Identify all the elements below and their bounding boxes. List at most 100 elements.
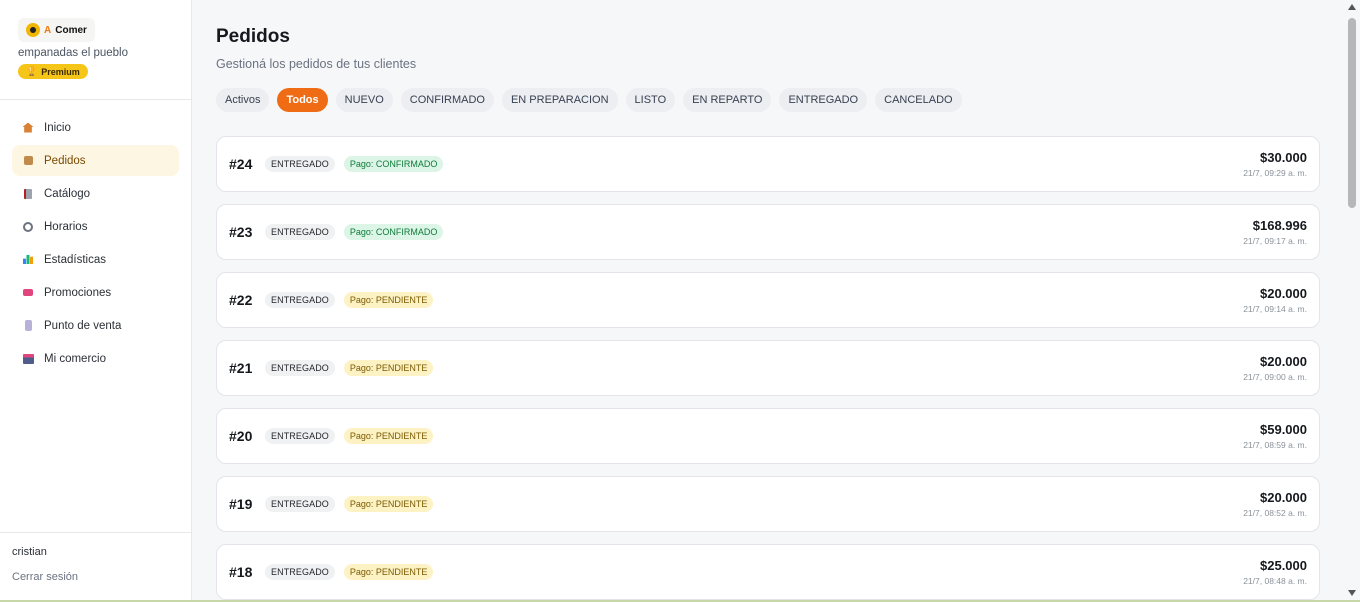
- order-date: 21/7, 08:52 a. m.: [1243, 508, 1307, 518]
- tag-icon: [22, 287, 34, 299]
- order-status-badge: ENTREGADO: [265, 496, 335, 512]
- order-date: 21/7, 08:59 a. m.: [1243, 440, 1307, 450]
- app-logo[interactable]: A Comer: [18, 18, 95, 42]
- filter-en-preparacion[interactable]: EN PREPARACION: [501, 88, 618, 112]
- sidebar-nav: Inicio Pedidos Catálogo Horarios Estadís…: [0, 100, 191, 374]
- sidebar-item-label: Inicio: [44, 121, 71, 134]
- phone-icon: [22, 320, 34, 332]
- sidebar-item-label: Estadísticas: [44, 253, 106, 266]
- trophy-icon: 🏆: [26, 66, 38, 76]
- filter-en-reparto[interactable]: EN REPARTO: [683, 88, 772, 112]
- order-amount: $59.000: [1260, 422, 1307, 437]
- order-amount: $20.000: [1260, 354, 1307, 369]
- order-summary: $20.000 21/7, 08:52 a. m.: [1243, 490, 1307, 518]
- filter-nuevo[interactable]: NUEVO: [335, 88, 393, 112]
- order-filters: Activos Todos NUEVO CONFIRMADO EN PREPAR…: [216, 88, 1320, 112]
- order-status-badge: ENTREGADO: [265, 224, 335, 240]
- sidebar-item-estadisticas[interactable]: Estadísticas: [12, 244, 179, 275]
- store-name: empanadas el pueblo: [18, 47, 128, 59]
- payment-status-badge: Pago: CONFIRMADO: [343, 156, 444, 172]
- order-date: 21/7, 09:00 a. m.: [1243, 372, 1307, 382]
- scroll-up-arrow-icon[interactable]: [1348, 4, 1356, 10]
- order-number: #22: [229, 292, 253, 308]
- scrollbar-thumb[interactable]: [1348, 18, 1356, 208]
- sidebar-item-label: Promociones: [44, 286, 112, 299]
- sidebar-item-label: Punto de venta: [44, 319, 122, 332]
- scroll-down-arrow-icon[interactable]: [1348, 590, 1356, 596]
- sidebar-footer: cristian Cerrar sesión: [0, 532, 191, 602]
- order-summary: $30.000 21/7, 09:29 a. m.: [1243, 150, 1307, 178]
- sidebar-item-label: Pedidos: [44, 154, 86, 167]
- box-icon: [22, 155, 34, 167]
- order-summary: $20.000 21/7, 09:00 a. m.: [1243, 354, 1307, 382]
- filter-todos[interactable]: Todos: [277, 88, 328, 112]
- order-number: #20: [229, 428, 253, 444]
- sidebar-item-label: Horarios: [44, 220, 88, 233]
- filter-activos[interactable]: Activos: [216, 88, 270, 112]
- order-amount: $20.000: [1260, 490, 1307, 505]
- order-card[interactable]: #23 ENTREGADO Pago: CONFIRMADO $168.996 …: [216, 204, 1320, 260]
- page-subtitle: Gestioná los pedidos de tus clientes: [216, 57, 417, 71]
- sidebar-item-promociones[interactable]: Promociones: [12, 277, 179, 308]
- sidebar-item-inicio[interactable]: Inicio: [12, 112, 179, 143]
- order-number: #19: [229, 496, 253, 512]
- sidebar-item-horarios[interactable]: Horarios: [12, 211, 179, 242]
- shop-icon: [22, 353, 34, 365]
- order-date: 21/7, 09:17 a. m.: [1243, 236, 1307, 246]
- order-amount: $30.000: [1260, 150, 1307, 165]
- order-status-badge: ENTREGADO: [265, 292, 335, 308]
- premium-label: Premium: [41, 66, 80, 77]
- order-amount: $25.000: [1260, 558, 1307, 573]
- payment-status-badge: Pago: CONFIRMADO: [343, 224, 444, 240]
- home-icon: [22, 122, 34, 134]
- sidebar-item-pedidos[interactable]: Pedidos: [12, 145, 179, 176]
- brand-block: A Comer empanadas el pueblo 🏆 Premium: [0, 0, 191, 100]
- order-list: #24 ENTREGADO Pago: CONFIRMADO $30.000 2…: [216, 136, 1320, 600]
- payment-status-badge: Pago: PENDIENTE: [343, 360, 434, 376]
- page-title: Pedidos: [216, 26, 290, 47]
- main-content: Pedidos Gestioná los pedidos de tus clie…: [192, 0, 1344, 602]
- book-icon: [22, 188, 34, 200]
- logo-pin-icon: [26, 23, 40, 37]
- order-number: #23: [229, 224, 253, 240]
- order-status-badge: ENTREGADO: [265, 360, 335, 376]
- order-amount: $20.000: [1260, 286, 1307, 301]
- order-card[interactable]: #20 ENTREGADO Pago: PENDIENTE $59.000 21…: [216, 408, 1320, 464]
- payment-status-badge: Pago: PENDIENTE: [343, 292, 434, 308]
- user-name: cristian: [12, 546, 47, 558]
- sidebar-item-catalogo[interactable]: Catálogo: [12, 178, 179, 209]
- order-summary: $168.996 21/7, 09:17 a. m.: [1243, 218, 1307, 246]
- filter-entregado[interactable]: ENTREGADO: [779, 88, 868, 112]
- page-scrollbar[interactable]: [1344, 0, 1360, 602]
- payment-status-badge: Pago: PENDIENTE: [343, 496, 434, 512]
- chart-icon: [22, 254, 34, 266]
- order-amount: $168.996: [1252, 218, 1307, 233]
- order-date: 21/7, 09:29 a. m.: [1243, 168, 1307, 178]
- order-card[interactable]: #19 ENTREGADO Pago: PENDIENTE $20.000 21…: [216, 476, 1320, 532]
- payment-status-badge: Pago: PENDIENTE: [343, 428, 434, 444]
- filter-cancelado[interactable]: CANCELADO: [875, 88, 962, 112]
- sidebar: A Comer empanadas el pueblo 🏆 Premium In…: [0, 0, 192, 602]
- sidebar-item-mi-comercio[interactable]: Mi comercio: [12, 343, 179, 374]
- filter-confirmado[interactable]: CONFIRMADO: [400, 88, 494, 112]
- order-card[interactable]: #24 ENTREGADO Pago: CONFIRMADO $30.000 2…: [216, 136, 1320, 192]
- order-summary: $59.000 21/7, 08:59 a. m.: [1243, 422, 1307, 450]
- order-date: 21/7, 08:48 a. m.: [1243, 576, 1307, 586]
- sidebar-item-label: Catálogo: [44, 187, 91, 200]
- order-status-badge: ENTREGADO: [265, 156, 335, 172]
- order-summary: $25.000 21/7, 08:48 a. m.: [1243, 558, 1307, 586]
- order-number: #24: [229, 156, 253, 172]
- sidebar-item-punto-de-venta[interactable]: Punto de venta: [12, 310, 179, 341]
- order-summary: $20.000 21/7, 09:14 a. m.: [1243, 286, 1307, 314]
- order-date: 21/7, 09:14 a. m.: [1243, 304, 1307, 314]
- logout-link[interactable]: Cerrar sesión: [12, 571, 179, 583]
- clock-icon: [22, 221, 34, 233]
- filter-listo[interactable]: LISTO: [625, 88, 676, 112]
- order-card[interactable]: #22 ENTREGADO Pago: PENDIENTE $20.000 21…: [216, 272, 1320, 328]
- order-number: #21: [229, 360, 253, 376]
- order-card[interactable]: #21 ENTREGADO Pago: PENDIENTE $20.000 21…: [216, 340, 1320, 396]
- order-card[interactable]: #18 ENTREGADO Pago: PENDIENTE $25.000 21…: [216, 544, 1320, 600]
- logo-name: Comer: [55, 24, 87, 36]
- order-status-badge: ENTREGADO: [265, 564, 335, 580]
- premium-badge: 🏆 Premium: [18, 64, 88, 79]
